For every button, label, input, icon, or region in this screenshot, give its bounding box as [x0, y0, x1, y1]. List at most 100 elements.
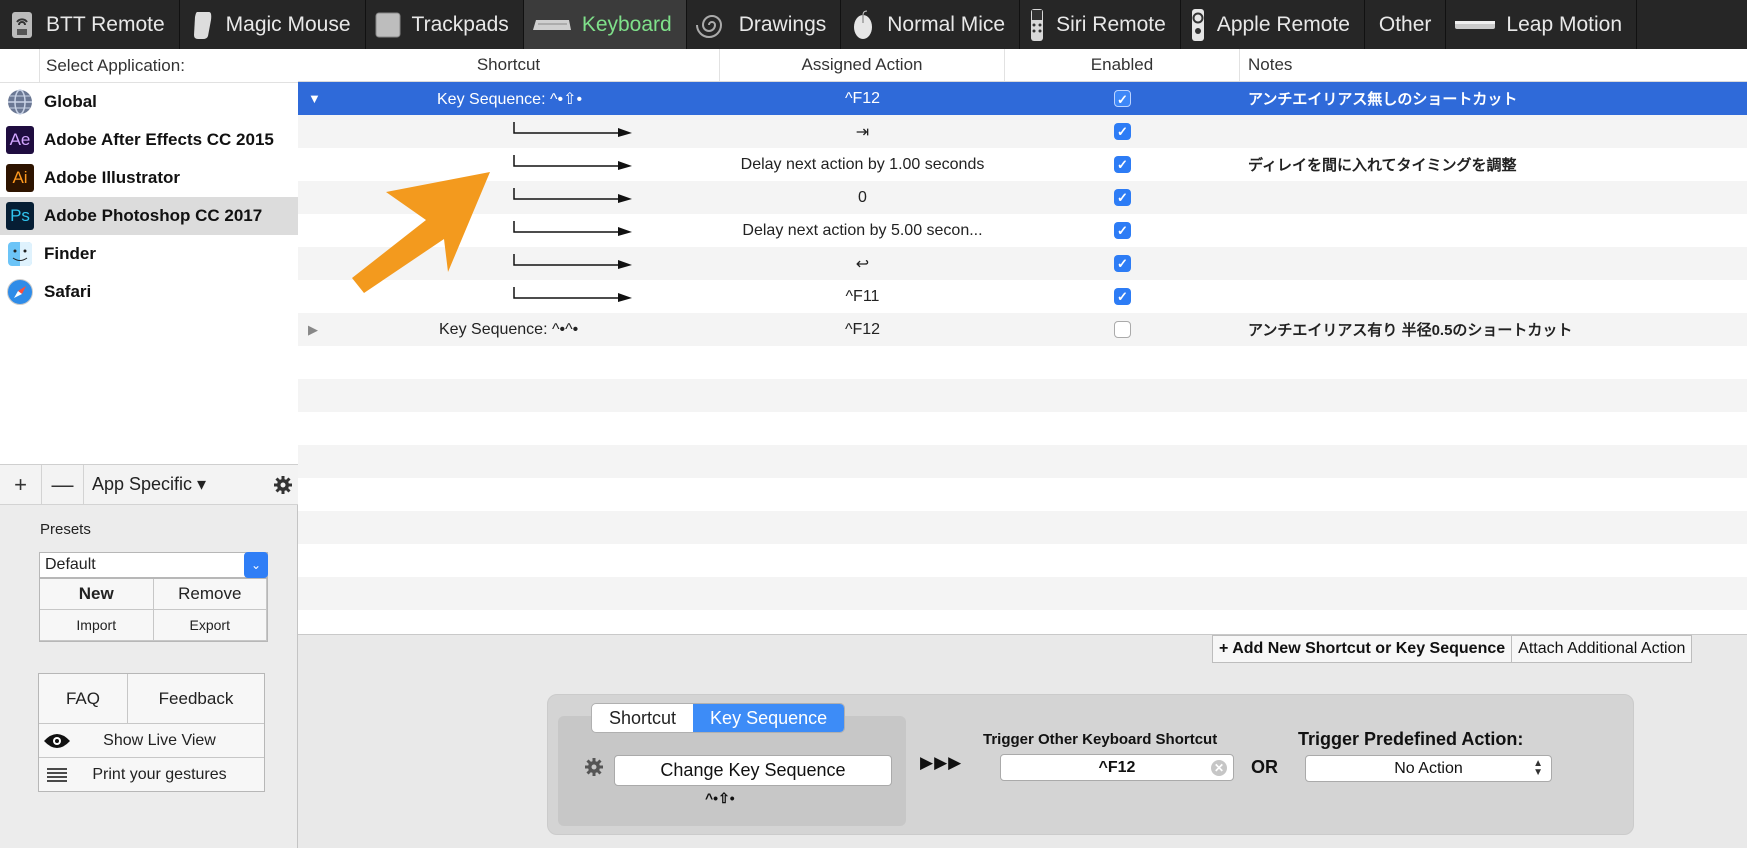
notes-cell[interactable]: アンチエイリアス無しのショートカット — [1240, 82, 1747, 115]
enabled-checkbox[interactable] — [1114, 321, 1131, 338]
app-name: Adobe Illustrator — [44, 168, 181, 187]
child-arrow-icon — [513, 122, 632, 137]
sequence-caption: ^•⇧• — [705, 790, 735, 806]
empty-row — [298, 346, 1747, 379]
tab-drawings[interactable]: Drawings — [687, 0, 842, 49]
apple-remote-icon — [1189, 8, 1207, 41]
child-arrow-icon — [513, 188, 632, 203]
action-cell: Delay next action by 1.00 seconds — [740, 155, 985, 173]
empty-row — [298, 445, 1747, 478]
tab-label: Leap Motion — [1506, 12, 1623, 36]
tab-keyboard[interactable]: Keyboard — [523, 0, 687, 49]
trigger-shortcut-value: ^F12 — [1098, 758, 1136, 776]
preset-select[interactable]: Default ⌄ — [39, 552, 268, 578]
add-app-button[interactable]: + — [0, 464, 42, 505]
enabled-checkbox[interactable]: ✓ — [1114, 222, 1131, 239]
photoshop-icon: Ps — [6, 202, 34, 230]
help-box: FAQ Feedback Show Live View Print your g… — [38, 673, 265, 792]
app-name: Safari — [44, 282, 92, 301]
notes-cell[interactable] — [1240, 280, 1747, 313]
column-header-notes[interactable]: Notes — [1240, 49, 1747, 81]
predefined-action-value: No Action — [1394, 759, 1463, 777]
remove-preset-button[interactable]: Remove — [153, 579, 267, 610]
app-item-safari[interactable]: Safari — [0, 273, 298, 311]
gear-icon[interactable] — [268, 475, 298, 495]
attach-action-button[interactable]: Attach Additional Action — [1512, 636, 1691, 662]
notes-cell[interactable]: アンチエイリアス有り 半径0.5のショートカット — [1240, 313, 1747, 346]
app-item-photoshop[interactable]: Ps Adobe Photoshop CC 2017 — [0, 197, 298, 235]
new-preset-button[interactable]: New — [40, 579, 154, 610]
disclosure-expanded-icon[interactable]: ▼ — [308, 91, 321, 106]
clear-icon[interactable]: ✕ — [1211, 760, 1227, 776]
tab-leap-motion[interactable]: Leap Motion — [1446, 0, 1638, 49]
app-name: Adobe Photoshop CC 2017 — [44, 206, 263, 225]
change-key-sequence-button[interactable]: Change Key Sequence — [614, 755, 892, 786]
column-header-action[interactable]: Assigned Action — [720, 49, 1005, 81]
tab-magic-mouse[interactable]: Magic Mouse — [180, 0, 366, 49]
tab-apple-remote[interactable]: Apple Remote — [1181, 0, 1365, 49]
table-row[interactable]: 0 ✓ — [298, 181, 1747, 214]
table-row[interactable]: ▶ Key Sequence: ^•^• ^F12 アンチエイリアス有り 半径0… — [298, 313, 1747, 346]
segment-shortcut[interactable]: Shortcut — [592, 704, 693, 732]
notes-cell[interactable] — [1240, 115, 1747, 148]
tab-normal-mice[interactable]: Normal Mice — [841, 0, 1021, 49]
notes-cell[interactable] — [1240, 247, 1747, 280]
empty-row — [298, 577, 1747, 610]
scope-dropdown[interactable]: App Specific ▾ — [84, 474, 268, 495]
table-row[interactable]: ▼ Key Sequence: ^•⇧• ^F12 ✓ アンチエイリアス無しのシ… — [298, 82, 1747, 115]
empty-row — [298, 610, 1747, 634]
action-cell: ⇥ — [855, 123, 870, 141]
segment-key-sequence[interactable]: Key Sequence — [693, 704, 845, 732]
table-row[interactable]: Delay next action by 5.00 secon... ✓ — [298, 214, 1747, 247]
notes-cell[interactable]: ディレイを間に入れてタイミングを調整 — [1240, 148, 1747, 181]
enabled-checkbox[interactable]: ✓ — [1114, 156, 1131, 173]
app-list-header: Select Application: — [0, 49, 298, 83]
trigger-shortcut-input[interactable]: ^F12 ✕ — [1000, 754, 1234, 781]
enabled-checkbox[interactable]: ✓ — [1114, 123, 1131, 140]
enabled-checkbox[interactable]: ✓ — [1114, 255, 1131, 272]
tab-trackpads[interactable]: Trackpads — [366, 0, 524, 49]
action-cell: ↩ — [855, 255, 870, 273]
tab-btt-remote[interactable]: BTT Remote — [0, 0, 180, 49]
enabled-checkbox[interactable]: ✓ — [1114, 288, 1131, 305]
gear-icon[interactable] — [584, 757, 604, 782]
enabled-checkbox[interactable]: ✓ — [1114, 90, 1131, 107]
presets-label: Presets — [40, 521, 91, 538]
drawing-icon — [695, 10, 729, 40]
table-row[interactable]: ^F11 ✓ — [298, 280, 1747, 313]
remove-app-button[interactable]: — — [42, 464, 84, 505]
print-gestures-button[interactable]: Print your gestures — [39, 758, 264, 792]
import-preset-button[interactable]: Import — [40, 610, 154, 641]
shortcut-cell: Key Sequence: ^•⇧• — [437, 90, 583, 108]
trackpad-icon — [374, 10, 402, 40]
app-item-after-effects[interactable]: Ae Adobe After Effects CC 2015 — [0, 121, 298, 159]
app-name: Global — [44, 92, 97, 111]
eye-icon — [39, 733, 75, 749]
table-row[interactable]: ↩ ✓ — [298, 247, 1747, 280]
feedback-button[interactable]: Feedback — [128, 674, 264, 723]
notes-cell[interactable] — [1240, 181, 1747, 214]
faq-button[interactable]: FAQ — [39, 674, 128, 723]
tab-other[interactable]: Other — [1365, 0, 1447, 49]
disclosure-collapsed-icon[interactable]: ▶ — [308, 322, 318, 338]
show-live-view-button[interactable]: Show Live View — [39, 724, 264, 758]
enabled-checkbox[interactable]: ✓ — [1114, 189, 1131, 206]
app-item-finder[interactable]: Finder — [0, 235, 298, 273]
notes-cell[interactable] — [1240, 214, 1747, 247]
add-shortcut-button[interactable]: + Add New Shortcut or Key Sequence — [1213, 636, 1513, 662]
app-name: Finder — [44, 244, 96, 263]
app-item-illustrator[interactable]: Ai Adobe Illustrator — [0, 159, 298, 197]
illustrator-icon: Ai — [6, 164, 34, 192]
column-header-enabled[interactable]: Enabled — [1005, 49, 1240, 81]
app-list-toolbar: + — App Specific ▾ — [0, 464, 298, 505]
table-row[interactable]: Delay next action by 1.00 seconds ✓ ディレイ… — [298, 148, 1747, 181]
table-row[interactable]: ⇥ ✓ — [298, 115, 1747, 148]
triple-arrow-icon: ▶▶▶ — [920, 753, 963, 772]
column-header-shortcut[interactable]: Shortcut — [298, 49, 720, 81]
table-header: Shortcut Assigned Action Enabled Notes — [298, 49, 1747, 82]
export-preset-button[interactable]: Export — [153, 610, 267, 641]
app-item-global[interactable]: Global — [0, 83, 298, 121]
predefined-action-select[interactable]: No Action ▲ ▼ — [1305, 755, 1552, 782]
tab-siri-remote[interactable]: Siri Remote — [1020, 0, 1181, 49]
app-list: Select Application: Global Ae Adobe Afte… — [0, 49, 298, 465]
